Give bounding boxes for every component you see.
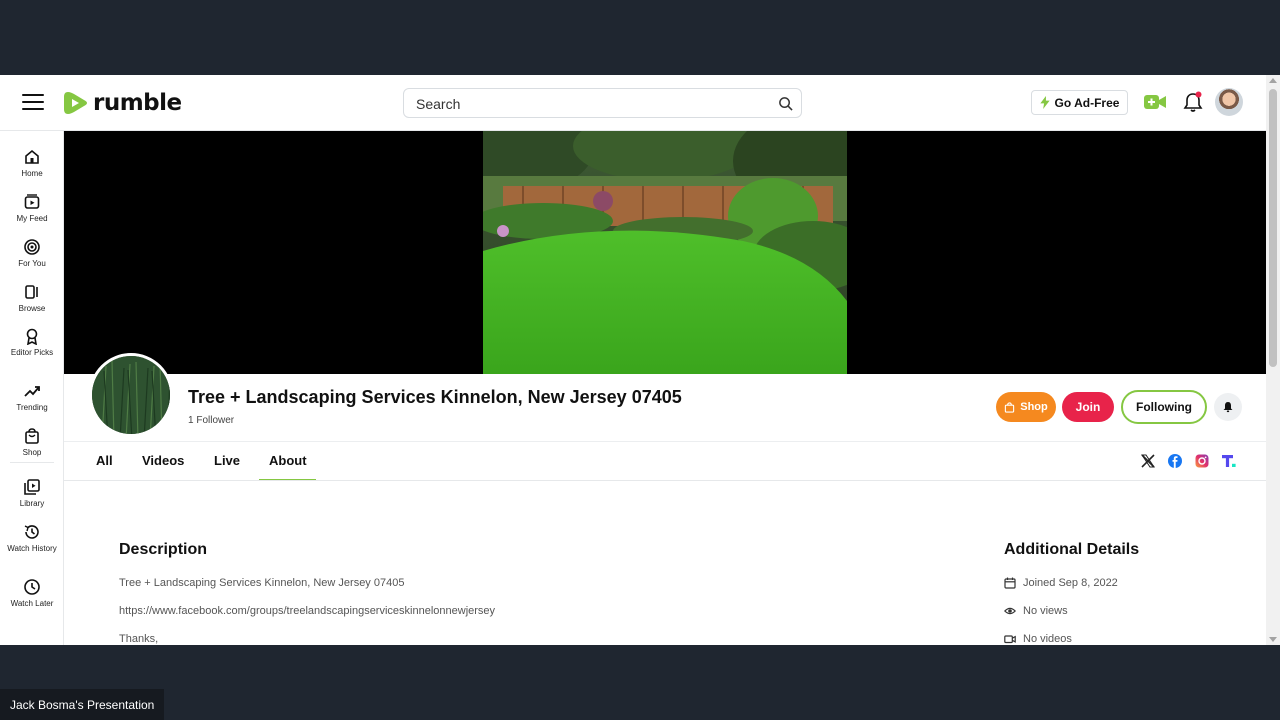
sidebar-item-label: Editor Picks (10, 348, 54, 357)
shop-bag-icon (1005, 401, 1015, 413)
sidebar-item-label: Watch History (7, 544, 57, 553)
sidebar-item-label: For You (18, 259, 46, 268)
scrollbar-thumb[interactable] (1269, 89, 1277, 367)
description-line: Tree + Landscaping Services Kinnelon, Ne… (119, 577, 405, 589)
video-count: No videos (1004, 633, 1072, 645)
user-avatar[interactable] (1215, 88, 1243, 116)
bell-icon (1223, 402, 1233, 413)
join-button[interactable]: Join (1062, 392, 1114, 422)
view-count-text: No views (1023, 605, 1068, 617)
sidebar-item-label: Watch Later (10, 599, 54, 608)
target-icon (24, 239, 40, 255)
scroll-down-arrow-icon[interactable] (1269, 637, 1277, 642)
logo-text: rumble (93, 90, 182, 116)
video-camera-icon (1004, 635, 1016, 644)
search-box[interactable] (403, 88, 802, 118)
go-ad-free-label: Go Ad-Free (1054, 95, 1120, 110)
divider (64, 480, 1266, 481)
sidebar-item-trending[interactable]: Trending (0, 382, 64, 413)
clock-icon (24, 579, 40, 595)
presenter-label: Jack Bosma's Presentation (0, 689, 165, 720)
sidebar-item-my-feed[interactable]: My Feed (0, 193, 64, 224)
left-sidebar: Home My Feed For You Browse Editor Picks… (0, 131, 64, 645)
sidebar-item-label: Browse (18, 304, 46, 313)
sidebar-item-label: My Feed (16, 214, 48, 223)
sidebar-item-for-you[interactable]: For You (0, 238, 64, 269)
upload-video-icon[interactable] (1144, 93, 1166, 111)
following-button[interactable]: Following (1121, 390, 1207, 424)
scroll-up-arrow-icon[interactable] (1269, 78, 1277, 83)
rumble-logo-icon (64, 92, 87, 114)
video-count-text: No videos (1023, 633, 1072, 645)
top-header: rumble Go Ad-Free (0, 75, 1266, 131)
sidebar-item-label: Library (19, 499, 45, 508)
description-line: Thanks, (119, 633, 159, 645)
sidebar-divider (10, 462, 54, 463)
tab-videos[interactable]: Videos (142, 453, 184, 468)
garden-lawn-image (483, 131, 847, 374)
calendar-icon (1004, 577, 1016, 589)
lightning-icon (1039, 96, 1050, 109)
sidebar-item-home[interactable]: Home (0, 148, 64, 179)
grass-avatar-image (92, 356, 170, 434)
banner-image (483, 131, 847, 374)
joined-date: Joined Sep 8, 2022 (1004, 577, 1118, 589)
rumble-logo[interactable]: rumble (63, 88, 182, 118)
sidebar-item-shop[interactable]: Shop (0, 427, 64, 458)
channel-avatar[interactable] (89, 353, 173, 437)
facebook-icon[interactable] (1167, 453, 1183, 469)
tab-live[interactable]: Live (214, 453, 240, 468)
browse-icon (25, 285, 38, 299)
sidebar-item-label: Home (21, 169, 43, 178)
library-icon (24, 479, 40, 495)
home-icon (25, 149, 39, 164)
go-ad-free-button[interactable]: Go Ad-Free (1031, 90, 1128, 115)
shop-button[interactable]: Shop (996, 392, 1056, 422)
shop-button-label: Shop (1020, 401, 1048, 413)
instagram-icon[interactable] (1194, 453, 1210, 469)
trending-icon (24, 386, 40, 397)
sidebar-item-label: Trending (16, 403, 48, 412)
sidebar-item-editor-picks[interactable]: Editor Picks (0, 327, 64, 358)
joined-date-text: Joined Sep 8, 2022 (1023, 577, 1118, 589)
channel-tabs: All Videos Live About (64, 441, 1266, 481)
browser-viewport: rumble Go Ad-Free Home My Feed For You (0, 75, 1280, 645)
sidebar-item-watch-later[interactable]: Watch Later (0, 578, 64, 609)
channel-title: Tree + Landscaping Services Kinnelon, Ne… (188, 387, 682, 407)
shop-icon (25, 428, 39, 444)
menu-icon[interactable] (22, 94, 44, 112)
description-link[interactable]: https://www.facebook.com/groups/treeland… (119, 605, 495, 617)
feed-icon (24, 194, 40, 209)
view-count: No views (1004, 605, 1068, 617)
sidebar-item-browse[interactable]: Browse (0, 283, 64, 314)
history-icon (24, 525, 39, 539)
award-icon (26, 328, 38, 345)
additional-details-heading: Additional Details (1004, 541, 1140, 558)
sidebar-item-library[interactable]: Library (0, 478, 64, 509)
notifications-bell-icon[interactable] (1183, 91, 1203, 113)
eye-icon (1004, 607, 1016, 615)
sidebar-item-label: Shop (22, 448, 42, 457)
page-scrollbar[interactable] (1266, 75, 1280, 645)
description-heading: Description (119, 541, 208, 558)
tab-all[interactable]: All (96, 453, 113, 468)
truth-social-icon[interactable] (1221, 453, 1237, 469)
channel-banner (64, 131, 1266, 374)
tab-about[interactable]: About (269, 453, 307, 468)
search-icon[interactable] (778, 96, 793, 111)
sidebar-item-watch-history[interactable]: Watch History (0, 523, 64, 554)
search-input[interactable] (416, 94, 756, 114)
follower-count: 1 Follower (188, 415, 235, 426)
channel-notifications-button[interactable] (1214, 393, 1242, 421)
x-icon[interactable] (1140, 453, 1156, 469)
